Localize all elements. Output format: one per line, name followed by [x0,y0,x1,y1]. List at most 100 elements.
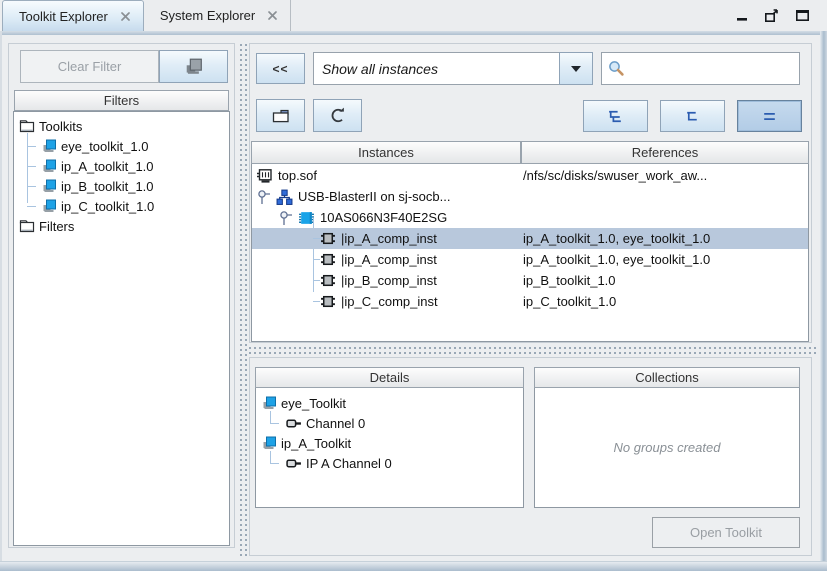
vertical-splitter[interactable] [237,43,248,556]
tree-item-toolkit[interactable]: ip_A_Toolkit [259,433,520,453]
tree-item-toolkit[interactable]: eye_toolkit_1.0 [16,136,227,156]
tab-label: Toolkit Explorer [19,9,108,24]
chevron-down-icon [571,66,581,72]
component-icon [320,295,336,308]
tree-item-filters[interactable]: Filters [16,216,227,236]
instance-label: 10AS066N3F40E2SG [320,210,447,225]
table-row[interactable]: |ip_B_comp_inst ip_B_toolkit_1.0 [252,270,808,291]
window-frame-left [0,31,2,571]
folder-icon [271,108,291,124]
tree-item-label: ip_B_toolkit_1.0 [61,179,154,194]
flat-list-icon [761,109,778,124]
window-frame-top [0,31,827,35]
channel-icon [286,418,302,429]
maximize-icon[interactable] [795,9,810,22]
group-folder-button[interactable] [256,99,305,132]
tree-item-label: Toolkits [39,119,82,134]
folder-icon [19,219,35,233]
instances-table: Instances References top.sof /nfs/sc/dis… [251,141,809,342]
table-row[interactable]: |ip_A_comp_inst ip_A_toolkit_1.0, eye_to… [252,228,808,249]
view-flat-list-button[interactable] [737,100,802,132]
toolkit-filter-icon [185,58,203,75]
refresh-icon [329,107,346,124]
collapse-panel-button[interactable]: << [256,53,305,84]
expand-handle-icon[interactable] [279,209,293,227]
toolkit-explorer-window: Toolkit Explorer System Explorer [0,0,827,571]
tree-item-channel[interactable]: IP A Channel 0 [259,453,520,473]
tree-item-label: eye_toolkit_1.0 [61,139,148,154]
tree-item-label: ip_C_toolkit_1.0 [61,199,154,214]
tree-connector [270,451,279,464]
reference-label: ip_A_toolkit_1.0, eye_toolkit_1.0 [523,249,710,270]
view-controls [736,0,820,31]
column-header-instances[interactable]: Instances [251,141,521,164]
collections-header: Collections [534,367,800,388]
close-icon[interactable] [267,10,278,21]
window-frame-bottom [0,561,827,571]
tree-item-label: ip_A_toolkit_1.0 [61,159,154,174]
search-input[interactable] [602,53,799,84]
tree-item-toolkit[interactable]: ip_C_toolkit_1.0 [16,196,227,216]
table-row[interactable]: |ip_C_comp_inst ip_C_toolkit_1.0 [252,291,808,312]
reference-label: ip_C_toolkit_1.0 [523,291,616,312]
column-header-references[interactable]: References [521,141,809,164]
tab-system-explorer[interactable]: System Explorer [144,0,291,31]
instance-label: |ip_A_comp_inst [341,231,437,246]
tab-label: System Explorer [160,8,255,23]
dropdown-arrow-button[interactable] [559,52,593,85]
table-row[interactable]: 10AS066N3F40E2SG [252,207,808,228]
filters-tree: Toolkits eye_toolkit_1.0 [13,111,230,546]
toolkit-icon [42,179,57,193]
horizontal-splitter[interactable] [248,346,818,355]
view-compact-tree-button[interactable] [660,100,725,132]
tree-item-toolkit[interactable]: ip_B_toolkit_1.0 [16,176,227,196]
clear-filter-button[interactable]: Clear Filter [20,50,159,83]
toolkits-children: eye_toolkit_1.0 ip_A_toolkit_1.0 [16,136,227,216]
search-box [601,52,800,85]
expand-handle-icon[interactable] [257,188,271,206]
tab-toolkit-explorer[interactable]: Toolkit Explorer [2,0,144,31]
tree-item-toolkit[interactable]: ip_A_toolkit_1.0 [16,156,227,176]
details-panel: Details eye_Toolkit [255,367,524,508]
minimize-icon[interactable] [736,10,749,22]
toolkit-filter-button[interactable] [159,50,228,83]
tree-item-channel[interactable]: Channel 0 [259,413,520,433]
component-icon [320,232,336,245]
instance-label: |ip_B_comp_inst [341,273,437,288]
collections-empty-text: No groups created [538,393,796,502]
close-icon[interactable] [120,11,131,22]
channel-icon [286,458,302,469]
open-toolkit-button[interactable]: Open Toolkit [652,517,800,548]
toolkit-icon [262,436,277,450]
component-icon [320,253,336,266]
details-header: Details [255,367,524,388]
tree-item-label: ip_A_Toolkit [281,436,351,451]
filters-header: Filters [14,90,229,111]
tree-item-toolkits[interactable]: Toolkits [16,116,227,136]
window-frame-right [820,31,827,571]
tree-item-toolkit[interactable]: eye_Toolkit [259,393,520,413]
toolkit-icon [262,396,277,410]
reference-label: ip_B_toolkit_1.0 [523,270,616,291]
tree-item-label: IP A Channel 0 [306,456,392,471]
component-icon [320,274,336,287]
details-tree: eye_Toolkit Channel 0 [255,388,524,508]
table-body: top.sof /nfs/sc/disks/swuser_work_aw... [251,164,809,342]
reference-label: ip_A_toolkit_1.0, eye_toolkit_1.0 [523,228,710,249]
table-row[interactable]: USB-BlasterII on sj-socb... [252,186,808,207]
table-row[interactable]: |ip_A_comp_inst ip_A_toolkit_1.0, eye_to… [252,249,808,270]
table-row[interactable]: top.sof /nfs/sc/disks/swuser_work_aw... [252,165,808,186]
sof-file-icon [256,168,273,184]
tree-item-label: Filters [39,219,74,234]
instance-label: top.sof [278,168,317,183]
tree-connector [270,411,279,424]
tree-item-label: Channel 0 [306,416,365,431]
restore-icon[interactable] [764,9,780,23]
usb-cable-icon [276,189,293,205]
instance-filter-dropdown[interactable]: Show all instances [313,52,560,85]
component-rows: |ip_A_comp_inst ip_A_toolkit_1.0, eye_to… [252,228,808,312]
refresh-button[interactable] [313,99,362,132]
toolkit-icon [42,139,57,153]
view-full-tree-button[interactable] [583,100,648,132]
instance-label: |ip_C_comp_inst [341,294,438,309]
